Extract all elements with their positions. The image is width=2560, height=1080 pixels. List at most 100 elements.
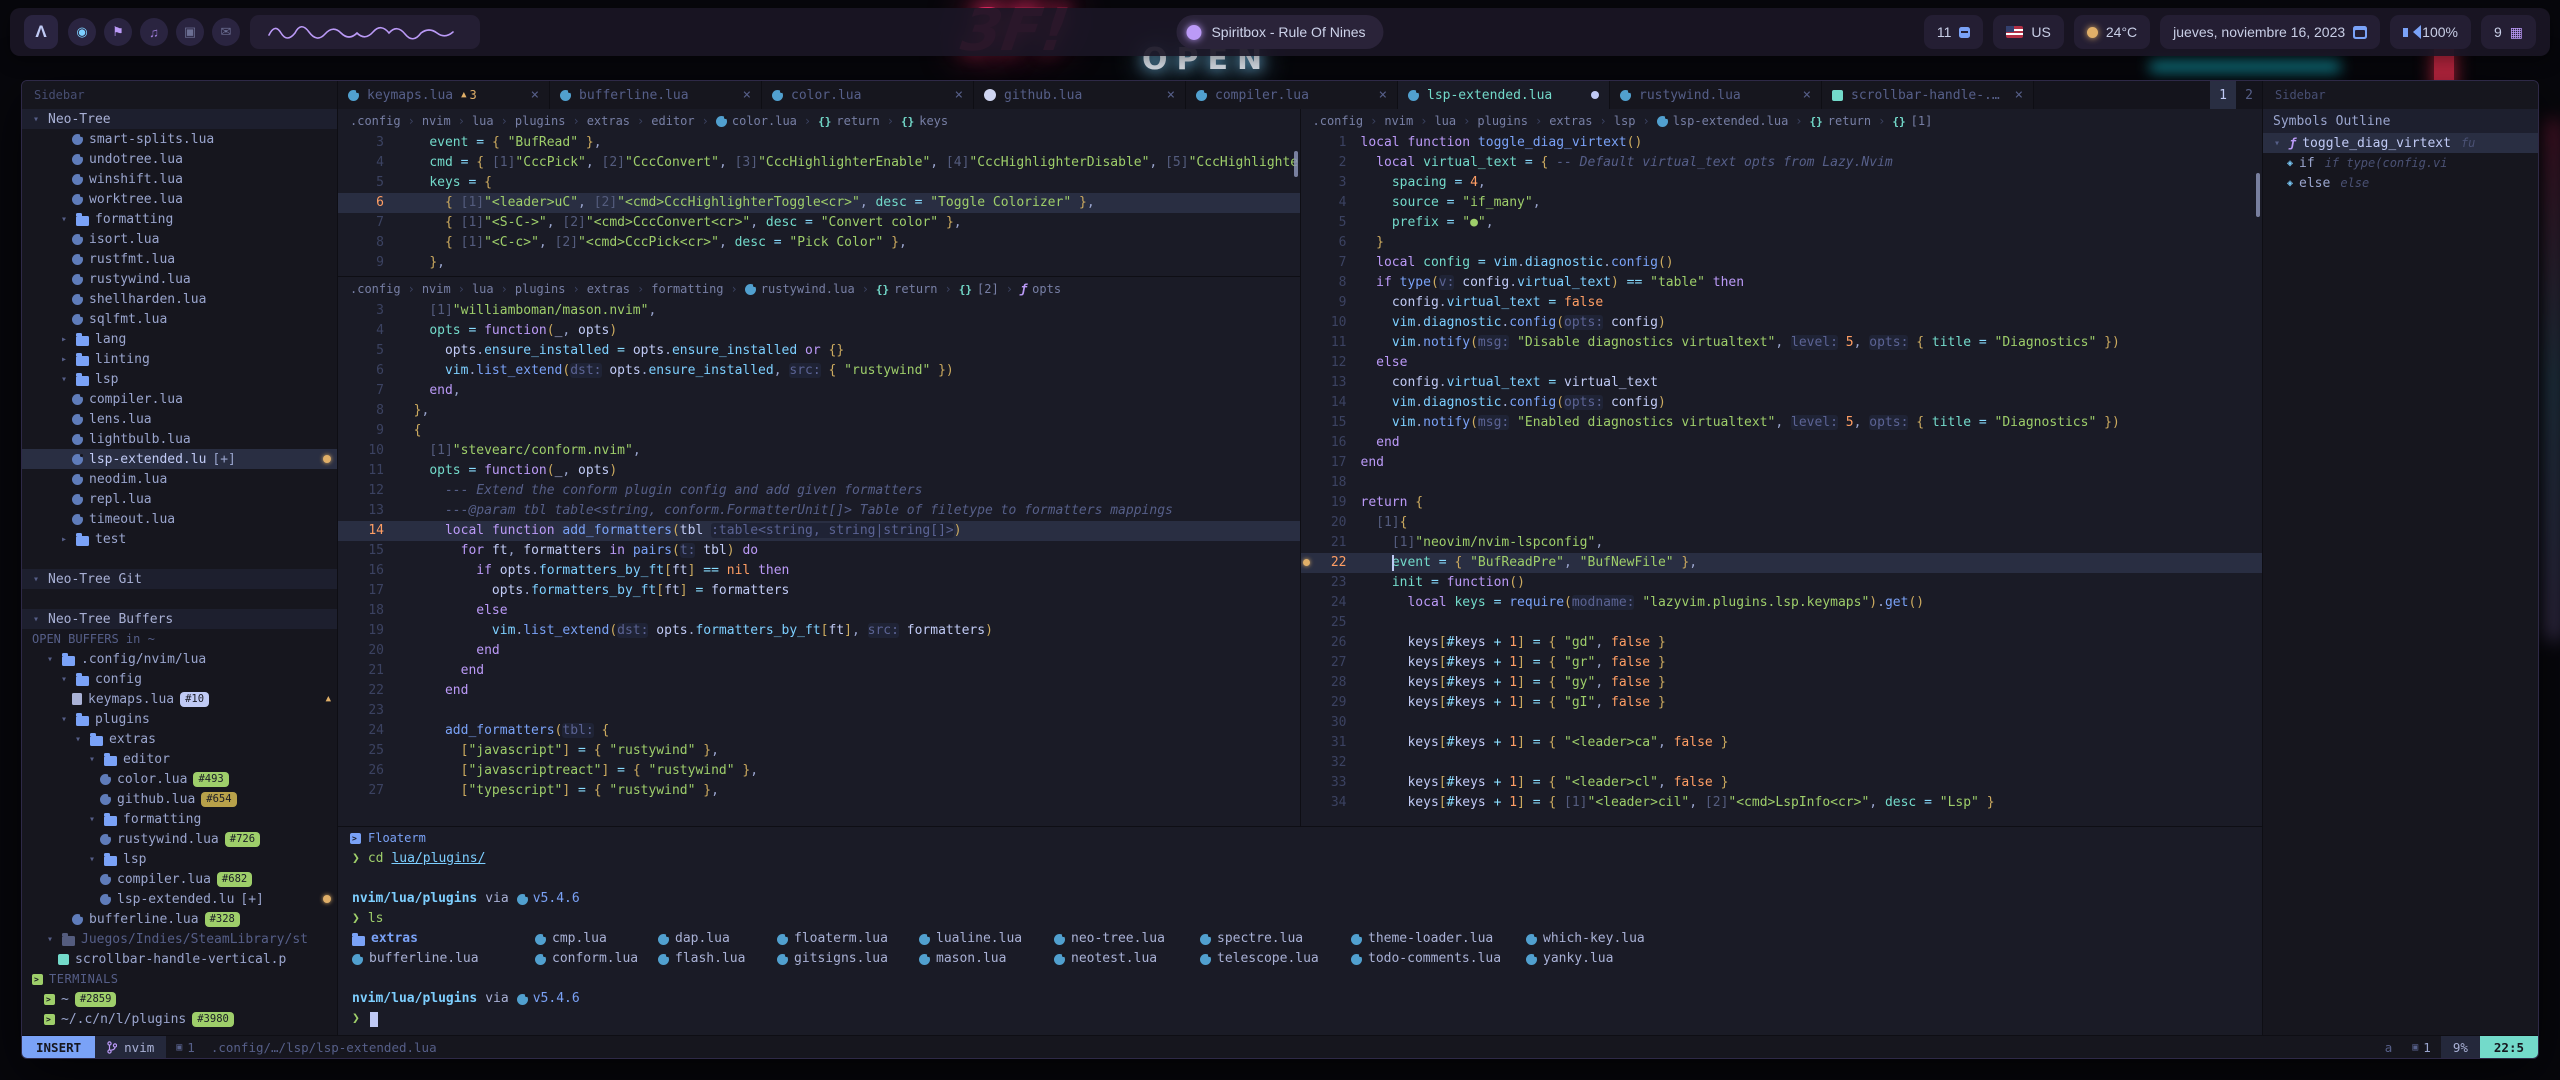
neotree-item-worktree-lua[interactable]: worktree.lua [22,189,337,209]
code-line-3[interactable]: 3 [1]"williamboman/mason.nvim", [338,301,1300,321]
code-line-14[interactable]: 14 local function add_formatters(tbl :ta… [338,521,1300,541]
neotree-item-bufferline-lua[interactable]: bufferline.lua#328 [22,909,337,929]
outline-item-if[interactable]: ◈ifif type(config.vi [2263,153,2538,173]
neotree-section-neo-tree-buffers[interactable]: ▾Neo-Tree Buffers [22,609,337,629]
breadcrumb-item-2[interactable]: {}[2] [959,282,999,296]
neotree-item-rustywind-lua[interactable]: rustywind.lua [22,269,337,289]
close-icon[interactable]: × [2015,87,2023,103]
chevron-down-icon[interactable]: ▾ [30,614,42,625]
breadcrumb-item-nvim[interactable]: nvim [422,282,451,296]
code-line-18[interactable]: 18 else [338,601,1300,621]
code-line-9[interactable]: 9 { [338,421,1300,441]
neotree-item-editor[interactable]: ▾editor [22,749,337,769]
neotree-item-juegos-indies-steamlibrary-st[interactable]: ▾Juegos/Indies/SteamLibrary/st [22,929,337,949]
breadcrumb-item-lsp[interactable]: lsp [1614,114,1636,128]
code-line-11[interactable]: 11 vim.notify(msg: "Disable diagnostics … [1301,333,2263,353]
breadcrumb-item-return[interactable]: {}return [1810,114,1872,128]
code-line-27[interactable]: 27 keys[#keys + 1] = { "gr", false } [1301,653,2263,673]
neotree-item-keymaps-lua[interactable]: keymaps.lua#10▲ [22,689,337,709]
outline-item-else[interactable]: ◈elseelse [2263,173,2538,193]
tab-bufferline-lua[interactable]: bufferline.lua× [550,81,762,109]
code-line-4[interactable]: 4 source = "if_many", [1301,193,2263,213]
code-line-22[interactable]: 22 event = { "BufReadPre", "BufNewFile" … [1301,553,2263,573]
chevron-down-icon[interactable]: ▾ [58,374,70,385]
neotree-item-timeout-lua[interactable]: timeout.lua [22,509,337,529]
scrollbar-handle[interactable] [2256,173,2260,217]
code-line-26[interactable]: 26 ["javascriptreact"] = { "rustywind" }… [338,761,1300,781]
code-line-12[interactable]: 12 --- Extend the conform plugin config … [338,481,1300,501]
chevron-down-icon[interactable]: ▾ [44,654,56,665]
code-line-28[interactable]: 28 keys[#keys + 1] = { "gy", false } [1301,673,2263,693]
code-line-14[interactable]: 14 vim.diagnostic.config(opts: config) [1301,393,2263,413]
neotree-item-undotree-lua[interactable]: undotree.lua [22,149,337,169]
neotree-item-extras[interactable]: ▾extras [22,729,337,749]
code-line-17[interactable]: 17end [1301,453,2263,473]
breadcrumb-item-opts[interactable]: ƒopts [1020,282,1061,296]
code-line-30[interactable]: 30 [1301,713,2263,733]
code-line-31[interactable]: 31 keys[#keys + 1] = { "<leader>ca", fal… [1301,733,2263,753]
code-line-15[interactable]: 15 vim.notify(msg: "Enabled diagnostics … [1301,413,2263,433]
breadcrumb-item-keys[interactable]: {}keys [901,114,948,128]
code-line-5[interactable]: 5 keys = { [338,173,1300,193]
tab-rustywind-lua[interactable]: rustywind.lua× [1610,81,1822,109]
code-line-10[interactable]: 10 [1]"stevearc/conform.nvim", [338,441,1300,461]
audio-visualizer[interactable] [250,15,480,49]
code-line-5[interactable]: 5 prefix = "●", [1301,213,2263,233]
floaterm-terminal[interactable]: Floaterm❯cdlua/plugins/nvim/lua/pluginsv… [338,826,2262,1035]
code-area[interactable]: 3 [1]"williamboman/mason.nvim",4 opts = … [338,301,1300,826]
breadcrumb-item-plugins[interactable]: plugins [1477,114,1528,128]
code-line-3[interactable]: 3 event = { "BufRead" }, [338,133,1300,153]
neotree-item-lens-lua[interactable]: lens.lua [22,409,337,429]
code-line-15[interactable]: 15 for ft, formatters in pairs(t: tbl) d… [338,541,1300,561]
breadcrumb-item-config[interactable]: .config [350,114,401,128]
code-line-6[interactable]: 6 vim.list_extend(dst: opts.ensure_insta… [338,361,1300,381]
code-line-9[interactable]: 9 }, [338,253,1300,273]
code-line-8[interactable]: 8 { [1]"<C-c>", [2]"<cmd>CccPick<cr>", d… [338,233,1300,253]
code-line-5[interactable]: 5 opts.ensure_installed = opts.ensure_in… [338,341,1300,361]
breadcrumb-item-return[interactable]: {}return [876,282,938,296]
close-icon[interactable]: × [743,87,751,103]
code-line-24[interactable]: 24 add_formatters(tbl: { [338,721,1300,741]
window-count-widget[interactable]: 9 ▦ [2481,15,2536,49]
neotree-item-sqlfmt-lua[interactable]: sqlfmt.lua [22,309,337,329]
chevron-down-icon[interactable]: ▾ [30,574,42,585]
close-icon[interactable]: × [531,87,539,103]
code-line-4[interactable]: 4 opts = function(_, opts) [338,321,1300,341]
breadcrumb-item-lua[interactable]: lua [472,282,494,296]
neotree-item-repl-lua[interactable]: repl.lua [22,489,337,509]
breadcrumb-item-return[interactable]: {}return [818,114,880,128]
breadcrumb-item-extras[interactable]: extras [587,282,630,296]
neotree-item-config-nvim-lua[interactable]: ▾.config/nvim/lua [22,649,337,669]
breadcrumb-item-nvim[interactable]: nvim [422,114,451,128]
workspace-5[interactable]: ✉ [212,18,240,46]
breadcrumb-item-editor[interactable]: editor [651,114,694,128]
code-area[interactable]: 3 event = { "BufRead" },4 cmd = { [1]"Cc… [338,133,1300,276]
breadcrumb-item-color-lua[interactable]: color.lua [716,114,797,128]
code-line-13[interactable]: 13 ---@param tbl table<string, conform.F… [338,501,1300,521]
close-icon[interactable]: × [1803,87,1811,103]
breadcrumb-item-lua[interactable]: lua [1434,114,1456,128]
neotree-item-isort-lua[interactable]: isort.lua [22,229,337,249]
code-line-16[interactable]: 16 end [1301,433,2263,453]
neotree-item-formatting[interactable]: ▾formatting [22,809,337,829]
breadcrumb-item-extras[interactable]: extras [1549,114,1592,128]
scrollbar-handle[interactable] [1294,151,1298,177]
code-line-21[interactable]: 21 end [338,661,1300,681]
tab-compiler-lua[interactable]: compiler.lua× [1186,81,1398,109]
chevron-down-icon[interactable]: ▾ [2271,138,2283,149]
neotree-item-neodim-lua[interactable]: neodim.lua [22,469,337,489]
neotree-item-linting[interactable]: ▸linting [22,349,337,369]
neotree-item-compiler-lua[interactable]: compiler.lua [22,389,337,409]
breadcrumb-item-nvim[interactable]: nvim [1384,114,1413,128]
neotree-item-config[interactable]: ▾config [22,669,337,689]
chevron-down-icon[interactable]: ▾ [58,674,70,685]
breadcrumb-item-1[interactable]: {}[1] [1892,114,1932,128]
tab-github-lua[interactable]: github.lua× [974,81,1186,109]
code-line-20[interactable]: 20 [1]{ [1301,513,2263,533]
weather-widget[interactable]: 24°C [2074,15,2150,49]
neotree-item-scrollbar-handle-vertical-p[interactable]: scrollbar-handle-vertical.p [22,949,337,969]
code-line-1[interactable]: 1local function toggle_diag_virtext() [1301,133,2263,153]
clock-widget[interactable]: jueves, noviembre 16, 2023 [2160,15,2380,49]
neotree-section-neo-tree-git[interactable]: ▾Neo-Tree Git [22,569,337,589]
close-icon[interactable]: × [1167,87,1175,103]
